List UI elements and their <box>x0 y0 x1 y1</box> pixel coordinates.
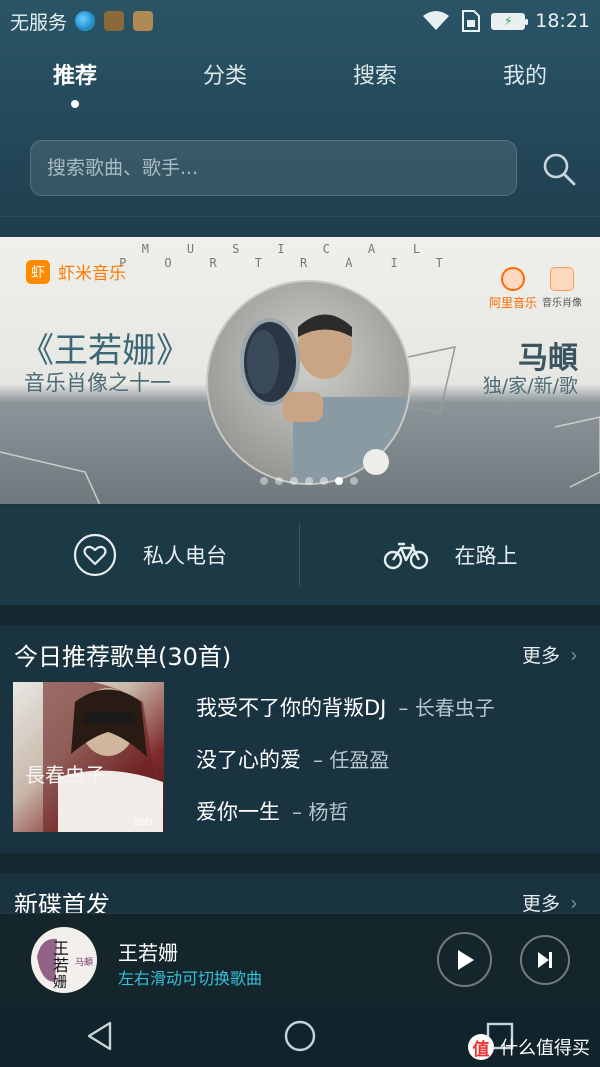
list-item[interactable]: 没了心的爱 – 任盈盈 <box>196 744 495 796</box>
watermark-text: 什么值得买 <box>500 1038 590 1059</box>
more-label: 更多 <box>521 645 560 667</box>
skip-next-icon <box>538 952 552 968</box>
svg-text:若: 若 <box>53 956 69 975</box>
play-button[interactable] <box>437 932 492 987</box>
daily-recommendation-section: 今日推荐歌单(30首) 更多 › 長春虫子 DSD 我受不了你的背叛DJ – 长… <box>0 625 600 853</box>
playlist-cover[interactable]: 長春虫子 DSD <box>13 682 164 832</box>
next-button[interactable] <box>520 935 570 985</box>
partner-name: 阿里音乐 <box>488 296 537 310</box>
svg-text:马頔: 马頔 <box>75 956 93 968</box>
song-artist: – 任盈盈 <box>313 748 390 772</box>
swipe-hint: 左右滑动可切换歌曲 <box>118 969 263 988</box>
tab-recommend[interactable]: 推荐 <box>15 58 135 108</box>
app-root: 无服务 ⚡ 18:21 推荐 分类 搜索 我的 搜索歌曲、歌手... MUSIC… <box>0 0 600 1067</box>
now-playing-cover[interactable]: 王 若 姗 马頔 <box>31 927 97 993</box>
portrait-mascot-icon <box>550 267 574 291</box>
more-label: 更多 <box>521 893 560 913</box>
banner-tagline: 独/家/新/歌 <box>482 375 578 397</box>
active-tab-dot <box>71 100 79 108</box>
section-gap <box>0 605 600 625</box>
svg-text:DSD: DSD <box>133 818 153 828</box>
quick-actions: 私人电台 在路上 <box>0 505 600 605</box>
section-gap <box>0 853 600 873</box>
banner-title: 《王若姗》 <box>20 331 190 371</box>
song-list: 我受不了你的背叛DJ – 长春虫子 没了心的爱 – 任盈盈 爱你一生 – 杨哲 <box>196 692 495 848</box>
song-name: 我受不了你的背叛DJ <box>196 696 387 720</box>
back-button[interactable] <box>70 1011 130 1061</box>
tab-label: 我的 <box>502 64 547 89</box>
song-name: 没了心的爱 <box>196 748 301 772</box>
tab-category[interactable]: 分类 <box>165 58 285 108</box>
partner-name: 音乐肖像 <box>542 298 582 309</box>
song-artist: – 长春虫子 <box>398 696 495 720</box>
divider <box>0 216 600 217</box>
search-box[interactable] <box>30 140 517 196</box>
more-link[interactable]: 更多 › <box>521 889 578 914</box>
top-tabs: 推荐 分类 搜索 我的 <box>0 58 600 108</box>
status-bar: 无服务 ⚡ 18:21 <box>0 0 600 42</box>
pager-dot[interactable] <box>305 477 313 485</box>
ali-mascot-icon <box>501 267 525 291</box>
on-the-road-button[interactable]: 在路上 <box>300 505 600 605</box>
pager-dot[interactable] <box>290 477 298 485</box>
now-playing-title: 王若姗 <box>118 941 178 965</box>
back-triangle-icon <box>87 1021 112 1051</box>
carrier-label: 无服务 <box>10 11 68 34</box>
pager-dot[interactable] <box>320 477 328 485</box>
song-name: 爱你一生 <box>196 800 280 824</box>
banner-pager[interactable] <box>260 477 358 485</box>
clock: 18:21 <box>535 10 590 32</box>
banner-scroll-knob <box>363 449 389 475</box>
watermark-badge: 值 <box>468 1034 494 1060</box>
new-releases-section: 新碟首发 更多 › <box>0 873 600 913</box>
section-title: 今日推荐歌单(30首) <box>14 643 232 671</box>
globe-app-icon <box>75 11 96 31</box>
cover-art: 王 若 姗 马頔 <box>37 938 93 991</box>
promo-banner[interactable]: MUSICAL PORTRAIT 虾 虾米音乐 《王若姗》 音乐肖像之十一 阿里… <box>0 237 600 504</box>
tab-label: 搜索 <box>352 64 397 89</box>
tab-search[interactable]: 搜索 <box>315 58 435 108</box>
list-item[interactable]: 我受不了你的背叛DJ – 长春虫子 <box>196 692 495 744</box>
private-radio-label: 私人电台 <box>143 544 227 568</box>
pager-dot[interactable] <box>260 477 268 485</box>
tab-mine[interactable]: 我的 <box>465 58 585 108</box>
cover-text: 長春虫子 <box>25 763 105 787</box>
section-title: 新碟首发 <box>14 891 110 913</box>
wifi-icon <box>423 11 450 30</box>
search-input[interactable] <box>47 157 516 179</box>
album-cover-art: 長春虫子 DSD <box>25 682 163 832</box>
game-app-icon <box>104 11 125 31</box>
divider <box>299 523 300 587</box>
private-radio-button[interactable]: 私人电台 <box>0 505 300 605</box>
chevron-right-icon: › <box>570 642 578 667</box>
pager-dot[interactable] <box>350 477 358 485</box>
home-circle-icon <box>284 1020 316 1052</box>
bicycle-icon <box>383 542 428 570</box>
search-icon[interactable] <box>540 150 578 188</box>
on-the-road-label: 在路上 <box>454 544 518 568</box>
status-right: ⚡ 18:21 <box>421 9 590 33</box>
partner-logo-ali: 阿里音乐 <box>488 267 538 311</box>
tab-label: 推荐 <box>52 64 97 89</box>
chevron-right-icon: › <box>570 890 578 914</box>
partner-logo-portrait: 音乐肖像 <box>542 267 582 309</box>
pager-dot[interactable] <box>275 477 283 485</box>
pager-dot-active[interactable] <box>335 477 343 485</box>
gallery-app-icon <box>133 11 154 31</box>
list-item[interactable]: 爱你一生 – 杨哲 <box>196 796 495 848</box>
mini-player[interactable]: 王 若 姗 马頔 王若姗 左右滑动可切换歌曲 <box>0 913 600 1005</box>
banner-subtitle: 音乐肖像之十一 <box>24 371 171 395</box>
battery-charging-icon: ⚡ <box>491 12 529 30</box>
svg-text:姗: 姗 <box>53 975 67 991</box>
heart-icon <box>73 533 117 577</box>
play-icon <box>457 949 474 970</box>
watermark: 值 什么值得买 <box>468 1034 590 1060</box>
song-artist: – 杨哲 <box>292 800 349 824</box>
more-link[interactable]: 更多 › <box>522 641 578 668</box>
sim-icon <box>462 10 481 32</box>
tab-label: 分类 <box>202 64 247 89</box>
home-button[interactable] <box>270 1011 330 1061</box>
